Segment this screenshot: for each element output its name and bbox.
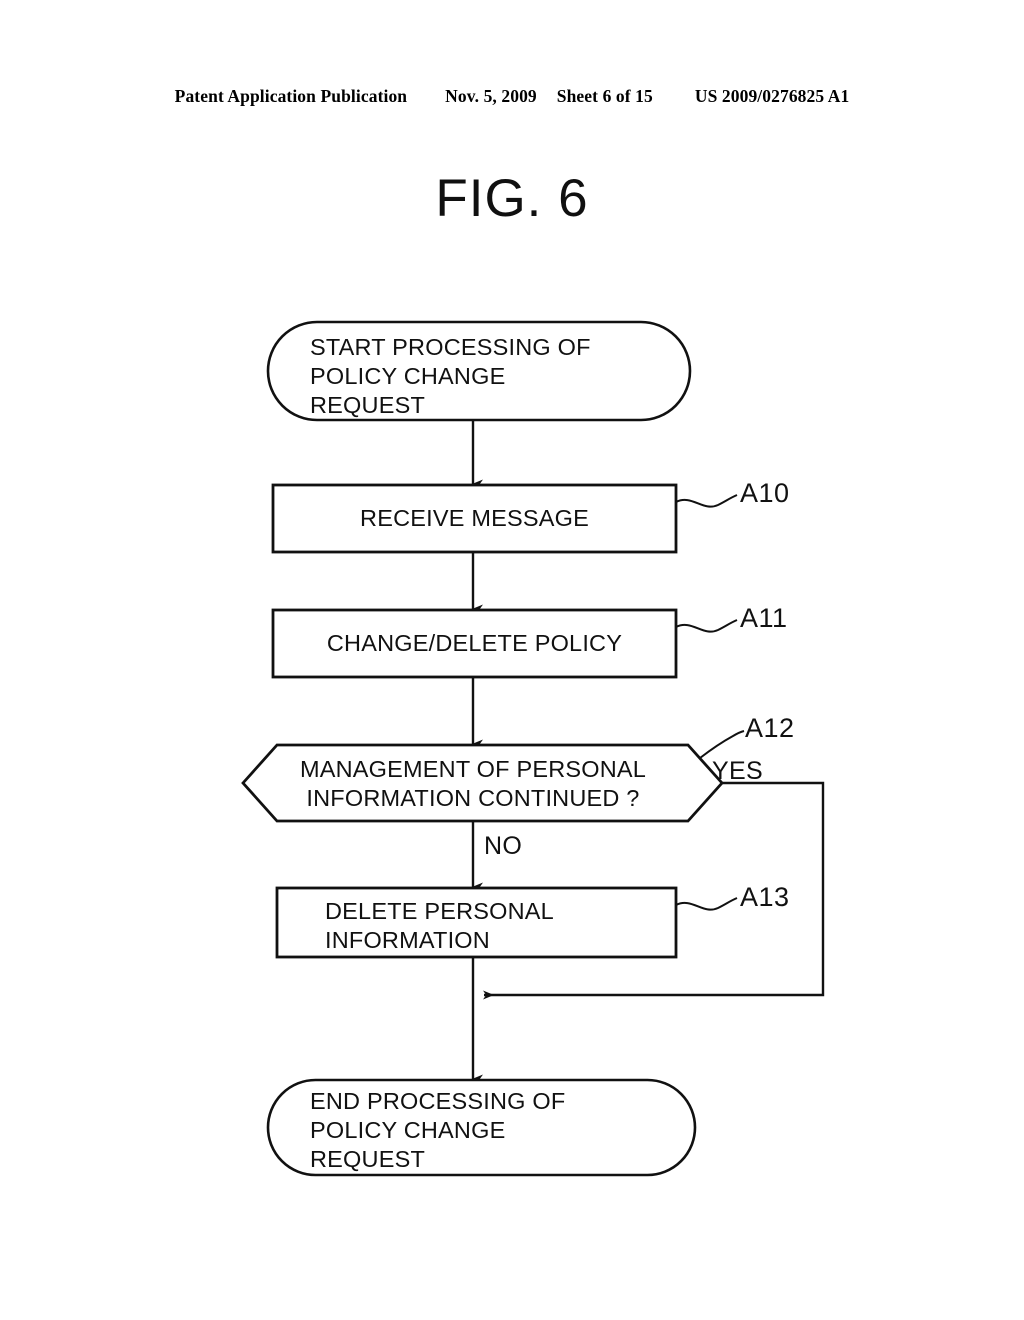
leader-line-a13 [675,897,738,911]
process-box-a11-label: CHANGE/DELETE POLICY [326,630,623,656]
leader-line-a12 [699,730,745,759]
decision-hexagon-a12-label: MANAGEMENT OF PERSONAL INFORMATION CONTI… [299,756,647,811]
start-terminator-label: START PROCESSING OF POLICY CHANGE REQUES… [310,334,591,418]
branch-label-yes: YES [712,757,763,785]
process-box-a10-label: RECEIVE MESSAGE [360,505,589,531]
ref-numeral-a10: A10 [740,478,790,508]
leader-line-a10 [675,494,738,508]
flowchart-diagram: START PROCESSING OF POLICY CHANGE REQUES… [0,0,1024,1320]
ref-numeral-a13: A13 [740,882,790,912]
leader-line-a11 [675,619,738,633]
ref-numeral-a12: A12 [745,713,795,743]
ref-numeral-a11: A11 [740,603,788,633]
branch-label-no: NO [484,832,523,860]
process-box-a13-label: DELETE PERSONAL INFORMATION [325,898,554,953]
end-terminator-label: END PROCESSING OF POLICY CHANGE REQUEST [310,1088,566,1172]
